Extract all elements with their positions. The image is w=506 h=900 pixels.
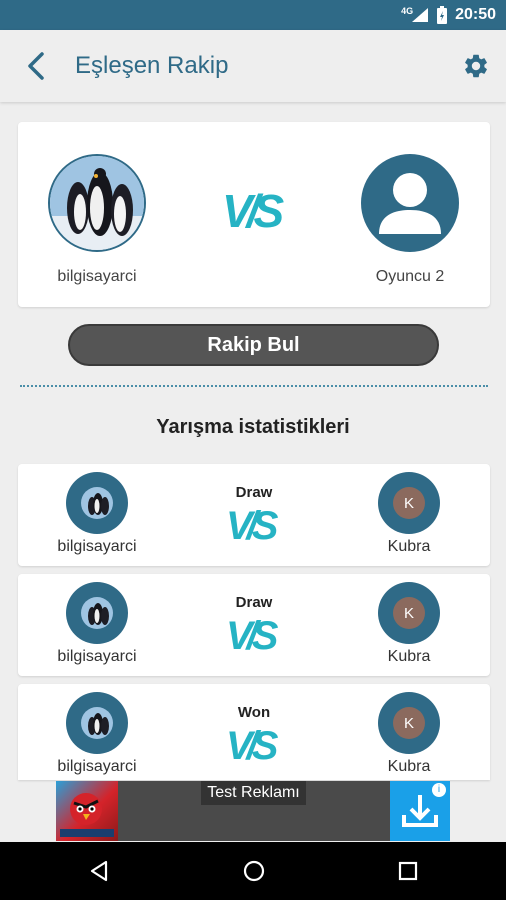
system-nav-bar (0, 842, 506, 900)
penguin-avatar-icon (50, 156, 144, 250)
player-avatar (66, 692, 128, 754)
ad-game-thumbnail[interactable] (56, 781, 118, 841)
player2-name: Oyuncu 2 (375, 268, 445, 285)
opponent-avatar: K (378, 692, 440, 754)
opponent-name: Kubra (387, 648, 431, 665)
player1-name: bilgisayarci (57, 268, 137, 285)
angry-bird-icon (60, 793, 114, 837)
battery-icon (437, 6, 448, 24)
nav-recents-button[interactable] (393, 856, 423, 886)
nav-back-icon (90, 860, 108, 882)
nav-home-button[interactable] (239, 856, 269, 886)
match-result: Draw (235, 594, 273, 611)
match-card: bilgisayarci V/S Oyuncu 2 (18, 122, 490, 307)
penguin-avatar-icon (81, 707, 113, 739)
opponent-avatar: K (378, 472, 440, 534)
back-arrow-icon (28, 52, 44, 80)
back-button[interactable] (18, 49, 52, 83)
vs-logo: V/S (222, 185, 284, 237)
status-time: 20:50 (455, 6, 496, 23)
penguin-avatar-icon (81, 597, 113, 629)
settings-button[interactable] (460, 50, 492, 82)
opponent-name: Kubra (387, 758, 431, 775)
status-bar: 4G 20:50 (0, 0, 506, 30)
player-name: bilgisayarci (57, 538, 137, 555)
player-name: bilgisayarci (57, 758, 137, 775)
player-avatar (66, 472, 128, 534)
opponent-initial: K (393, 597, 425, 629)
match-result: Draw (235, 484, 273, 501)
opponent-avatar: K (378, 582, 440, 644)
find-opponent-button[interactable]: Rakip Bul (68, 324, 439, 366)
section-divider (20, 385, 488, 387)
ad-download-button[interactable]: i (390, 781, 450, 841)
page-title: Eşleşen Rakip (75, 52, 229, 79)
status-icons: 4G 20:50 (401, 0, 496, 30)
vs-logo: V/S (226, 504, 279, 548)
gear-icon (465, 54, 487, 78)
vs-logo: V/S (226, 614, 279, 658)
nav-recents-icon (398, 861, 418, 881)
download-icon (402, 795, 438, 827)
ad-label: Test Reklamı (201, 781, 306, 805)
player-avatar (66, 582, 128, 644)
app-toolbar: Eşleşen Rakip (0, 30, 506, 102)
stats-heading: Yarışma istatistikleri (156, 416, 350, 438)
stat-card: bilgisayarci Won V/S K Kubra (18, 684, 490, 780)
opponent-name: Kubra (387, 538, 431, 555)
stat-card: bilgisayarci Draw V/S K Kubra (18, 464, 490, 566)
ad-info-icon[interactable]: i (432, 783, 446, 797)
penguin-avatar-icon (81, 487, 113, 519)
stat-card: bilgisayarci Draw V/S K Kubra (18, 574, 490, 676)
user-placeholder-icon (379, 173, 441, 234)
player2-avatar (361, 154, 459, 252)
signal-icon (412, 8, 429, 22)
ad-banner[interactable]: Test Reklamı i (56, 781, 450, 841)
match-result: Won (237, 704, 271, 721)
vs-logo: V/S (226, 724, 279, 768)
player1-avatar (48, 154, 146, 252)
opponent-initial: K (393, 707, 425, 739)
player-name: bilgisayarci (57, 648, 137, 665)
opponent-initial: K (393, 487, 425, 519)
nav-back-button[interactable] (84, 856, 114, 886)
nav-home-icon (243, 860, 265, 882)
